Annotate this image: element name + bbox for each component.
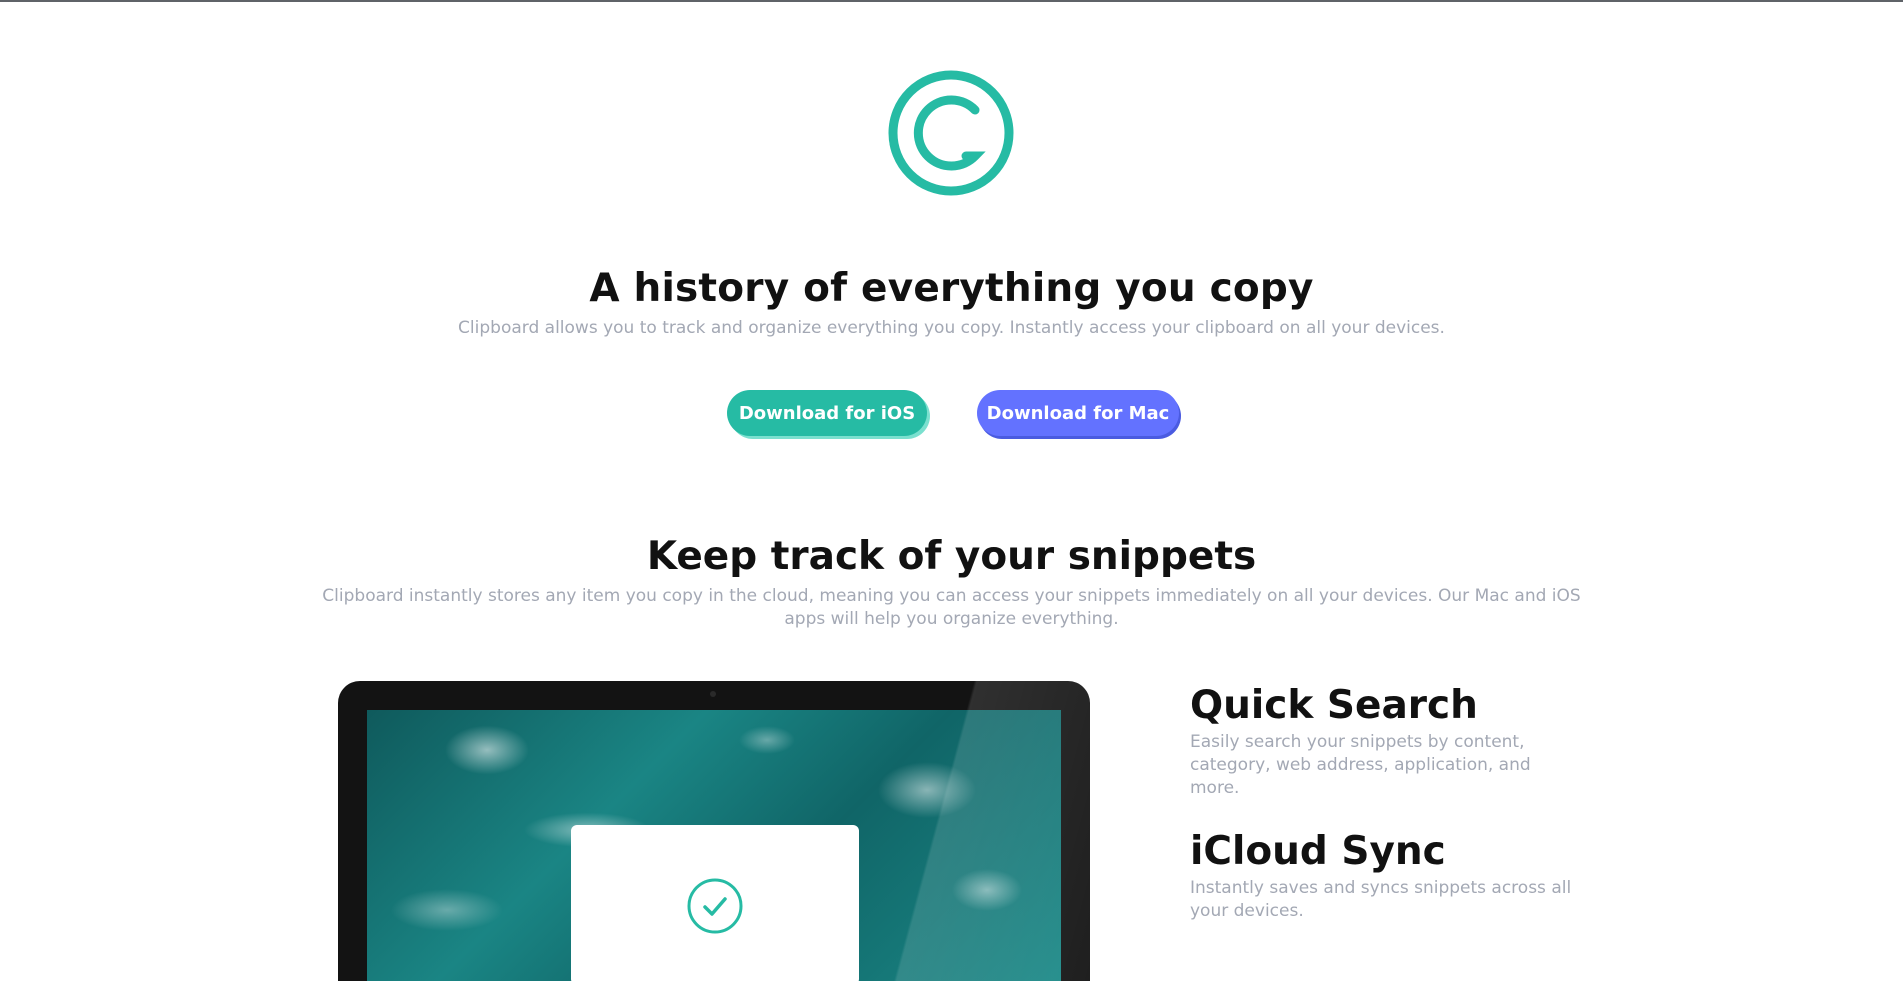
top-border [0,0,1903,2]
feature-quick-search-title: Quick Search [1190,683,1478,728]
camera-dot [710,691,716,697]
download-mac-label: Download for Mac [986,402,1170,424]
snippets-title: Keep track of your snippets [646,534,1257,579]
checkmark-circle-icon [687,878,743,934]
feature-icloud-sync-text: Instantly saves and syncs snippets acros… [1190,878,1572,921]
download-ios-button[interactable]: Download for iOS [727,390,927,436]
clipboard-logo-icon [888,70,1014,196]
download-mac-button[interactable]: Download for Mac [977,390,1179,436]
device-gloss [890,681,1090,981]
hero-subtitle: Clipboard allows you to track and organi… [458,318,1445,338]
snippets-subtitle: Clipboard instantly stores any item you … [322,586,1581,629]
feature-quick-search-text: Easily search your snippets by content, … [1190,732,1531,798]
feature-icloud-sync-title: iCloud Sync [1190,829,1446,874]
hero-title: A history of everything you copy [589,266,1314,311]
download-ios-label: Download for iOS [738,402,916,424]
